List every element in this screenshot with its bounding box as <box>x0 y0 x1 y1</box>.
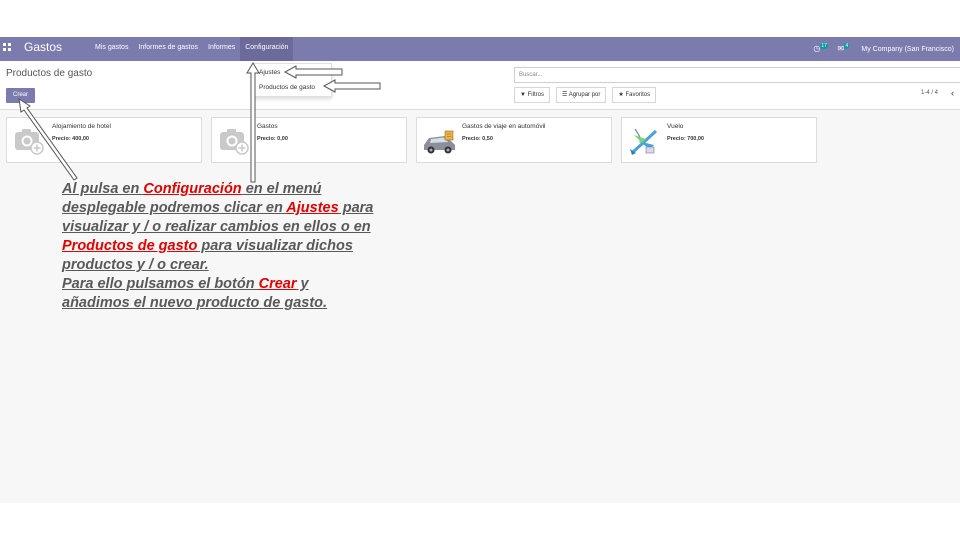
app-brand[interactable]: Gastos <box>24 40 62 54</box>
camera-placeholder-icon <box>220 129 249 155</box>
create-button[interactable]: Crear <box>6 88 35 103</box>
product-name: Vuelo <box>667 123 684 130</box>
dropdown-item-productos-de-gasto[interactable]: Productos de gasto <box>259 84 315 91</box>
car-icon <box>424 130 455 154</box>
menu-configuracion[interactable]: Configuración <box>240 37 294 61</box>
product-price: Precio: 700,00 <box>667 136 704 142</box>
navbar-systray: ◷ 17 ✉ 4 My Company (San Francisco) <box>813 37 954 61</box>
annotation-line: añadimos el nuevo producto de gasto. <box>62 295 328 311</box>
control-panel: Productos de gasto Crear Buscar... ▼ Fil… <box>0 61 960 110</box>
annotation-line: desplegable podremos clicar en Ajustes p… <box>62 200 374 216</box>
configuracion-dropdown: Ajustes Productos de gasto <box>252 63 332 97</box>
main-menu: Mis gastos Informes de gastos Informes C… <box>90 37 294 61</box>
airplane-icon <box>630 128 658 155</box>
breadcrumb: Productos de gasto <box>6 68 93 79</box>
top-navbar: Gastos Mis gastos Informes de gastos Inf… <box>0 37 960 61</box>
highlight-crear: Crear <box>258 276 297 292</box>
activity-button[interactable]: ◷ 17 <box>813 43 828 55</box>
camera-placeholder-icon <box>15 129 44 155</box>
product-name: Gastos <box>257 123 278 130</box>
product-card[interactable]: Vuelo Precio: 700,00 <box>621 117 817 163</box>
list-icon: ☰ <box>561 92 568 98</box>
annotation-line: Al pulsa en Configuración en el menú <box>62 181 322 197</box>
annotation-line: productos y / o crear. <box>62 257 209 273</box>
chat-icon: ✉ <box>837 44 845 53</box>
slide: Gastos Mis gastos Informes de gastos Inf… <box>0 0 960 540</box>
highlight-configuracion: Configuración <box>143 181 242 197</box>
favorites-label: Favoritos <box>625 92 651 98</box>
messages-button[interactable]: ✉ 4 <box>837 43 851 55</box>
product-name: Gastos de viaje en automóvil <box>462 123 546 130</box>
search-input[interactable]: Buscar... <box>514 67 960 83</box>
group-by-label: Agrupar por <box>568 92 601 98</box>
star-icon: ★ <box>618 92 624 98</box>
annotation-line: Productos de gasto para visualizar dicho… <box>62 238 353 254</box>
highlight-productos-de-gasto: Productos de gasto <box>62 238 198 254</box>
filters-button[interactable]: ▼ Filtros <box>514 87 550 103</box>
apps-menu-icon[interactable] <box>3 43 11 51</box>
annotation-text: Al pulsa en Configuración en el menú des… <box>62 180 412 313</box>
chevron-left-icon[interactable]: ‹ <box>951 88 954 98</box>
search-options: ▼ Filtros ☰ Agrupar por ★ Favoritos <box>514 87 657 103</box>
clock-icon: ◷ <box>813 44 821 53</box>
product-price: Precio: 0,00 <box>257 136 288 142</box>
annotation-line: visualizar y / o realizar cambios en ell… <box>62 219 371 235</box>
annotation-line: Para ello pulsamos el botón Crear y <box>62 276 309 292</box>
group-by-button[interactable]: ☰ Agrupar por <box>555 87 607 103</box>
product-card[interactable]: Alojamiento de hotel Precio: 400,00 <box>6 117 202 163</box>
company-switcher[interactable]: My Company (San Francisco) <box>861 46 954 53</box>
product-card[interactable]: Gastos de viaje en automóvil Precio: 0,5… <box>416 117 612 163</box>
product-name: Alojamiento de hotel <box>52 123 111 130</box>
funnel-icon: ▼ <box>520 92 526 98</box>
product-card[interactable]: Gastos Precio: 0,00 <box>211 117 407 163</box>
menu-informes-de-gastos[interactable]: Informes de gastos <box>133 37 203 61</box>
highlight-ajustes: Ajustes <box>286 200 339 216</box>
pager-value[interactable]: 1-4 / 4 <box>921 90 938 96</box>
menu-mis-gastos[interactable]: Mis gastos <box>90 37 133 61</box>
product-price: Precio: 0,50 <box>462 136 493 142</box>
dropdown-item-ajustes[interactable]: Ajustes <box>259 69 280 76</box>
activity-count-badge: 17 <box>820 43 828 49</box>
favorites-button[interactable]: ★ Favoritos <box>612 87 657 103</box>
menu-informes[interactable]: Informes <box>203 37 240 61</box>
filters-label: Filtros <box>527 92 544 98</box>
messages-count-badge: 4 <box>844 43 850 49</box>
product-price: Precio: 400,00 <box>52 136 89 142</box>
